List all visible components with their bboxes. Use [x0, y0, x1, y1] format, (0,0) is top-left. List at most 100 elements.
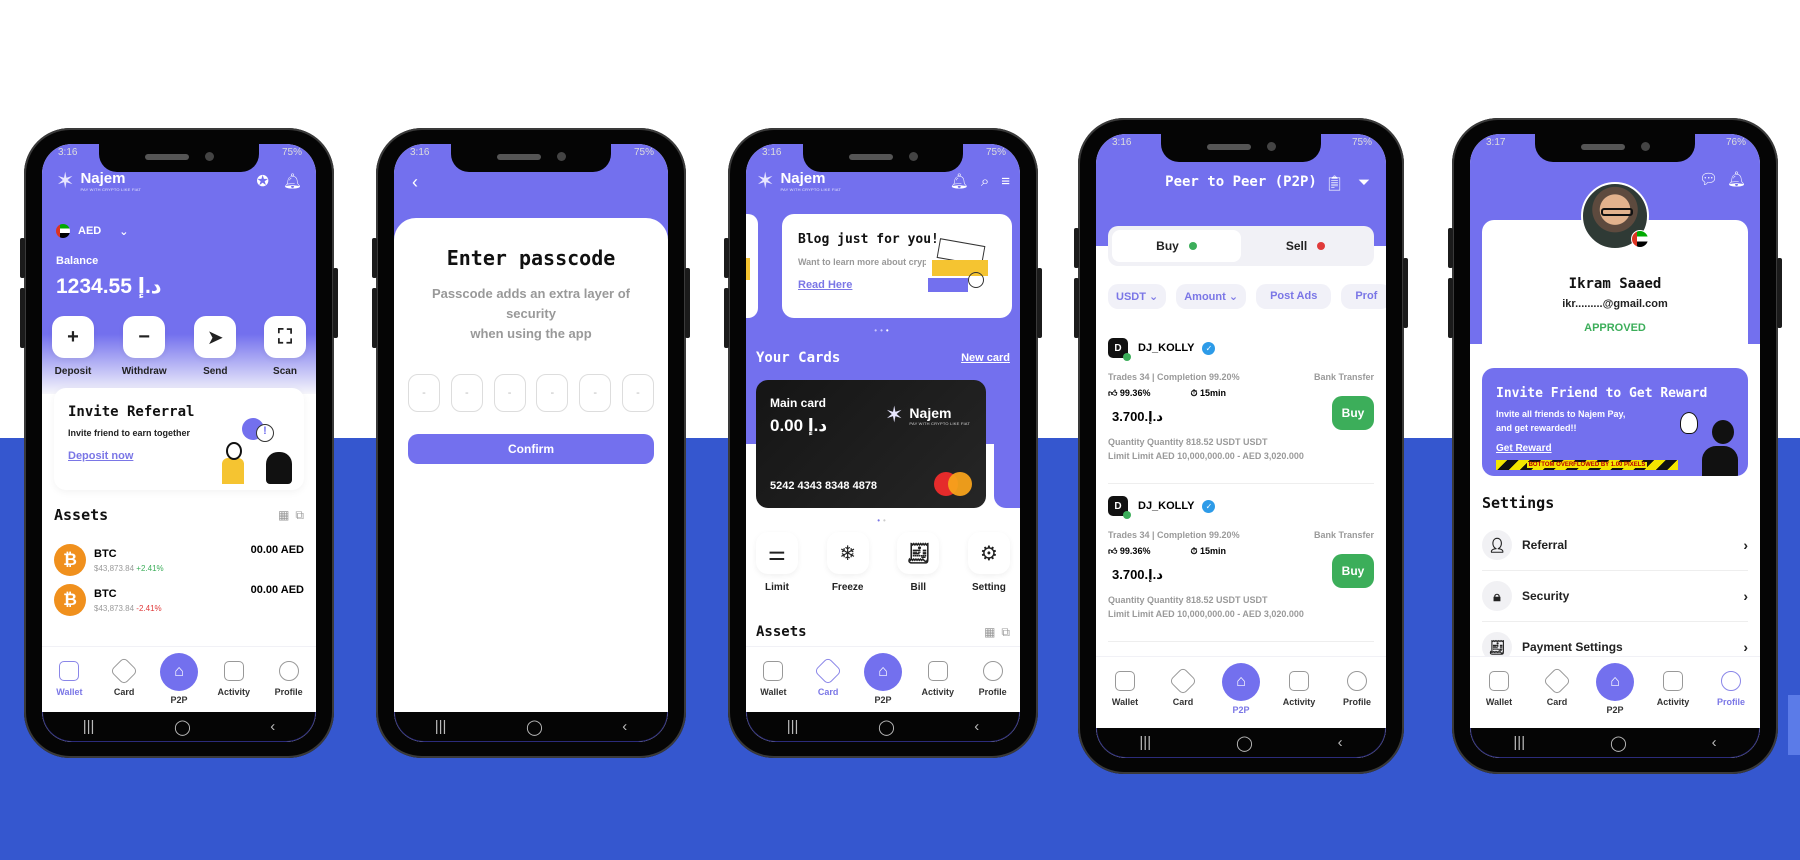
- badge-icon[interactable]: ✪: [256, 172, 269, 190]
- brand-tagline: PAY WITH CRYPTO LIKE FIAT: [80, 187, 142, 192]
- tab-profile[interactable]: Profile: [1706, 671, 1756, 707]
- back-button[interactable]: ‹: [1712, 734, 1717, 751]
- new-card-link[interactable]: New card: [961, 352, 1010, 364]
- tab-card[interactable]: Card: [803, 656, 853, 697]
- tab-card[interactable]: Card: [99, 656, 149, 697]
- amount-filter[interactable]: Amount ⌄: [1176, 284, 1247, 309]
- carousel-prev-peek[interactable]: [746, 214, 758, 318]
- menu-icon[interactable]: ≡: [1001, 173, 1010, 190]
- tab-wallet[interactable]: Wallet: [1474, 671, 1524, 707]
- blog-banner[interactable]: Blog just for you! Want to learn more ab…: [782, 214, 1012, 318]
- passcode-digit-input[interactable]: -: [493, 374, 526, 412]
- settings-item-security[interactable]: 🔒︎ Security ›: [1482, 571, 1748, 622]
- home-button[interactable]: ◯: [526, 718, 543, 736]
- copy-icon[interactable]: ⧉: [295, 508, 304, 523]
- status-time: 3:16: [1112, 137, 1132, 148]
- freeze-button[interactable]: ❄ Freeze: [826, 532, 869, 593]
- filter-icon[interactable]: ⏷: [1358, 174, 1370, 191]
- settings-item-referral[interactable]: 👤︎ Referral ›: [1482, 520, 1748, 571]
- limit-button[interactable]: ⚌ Limit: [756, 532, 798, 593]
- recents-button[interactable]: |||: [1139, 734, 1151, 751]
- bill-button[interactable]: 🧾︎ Bill: [897, 532, 940, 593]
- scan-button[interactable]: ⛶ Scan: [263, 316, 306, 377]
- tab-activity[interactable]: Activity: [209, 661, 259, 697]
- grid-view-icon[interactable]: ▦: [278, 508, 289, 522]
- usdt-filter[interactable]: USDT ⌄: [1108, 284, 1167, 309]
- passcode-subtitle: Passcode adds an extra layer of security: [432, 286, 630, 321]
- status-time: 3:16: [410, 147, 430, 158]
- tab-profile[interactable]: Profile: [264, 661, 314, 697]
- tab-wallet[interactable]: Wallet: [44, 661, 94, 697]
- profile-chip[interactable]: Prof: [1341, 284, 1386, 309]
- recents-button[interactable]: |||: [435, 718, 447, 735]
- passcode-digit-input[interactable]: -: [450, 374, 483, 412]
- setting-button[interactable]: ⚙ Setting: [967, 532, 1010, 593]
- bell-icon[interactable]: 🔔︎: [1727, 170, 1746, 188]
- invite-reward-banner[interactable]: Invite Friend to Get Reward Invite all f…: [1482, 368, 1748, 476]
- back-button[interactable]: ‹: [622, 718, 627, 735]
- tab-activity[interactable]: Activity: [1274, 671, 1324, 707]
- buy-tab[interactable]: Buy: [1112, 230, 1241, 262]
- tab-profile[interactable]: Profile: [1332, 671, 1382, 707]
- tab-label: Activity: [921, 687, 955, 697]
- system-navigation: ||| ◯ ‹: [746, 712, 1020, 742]
- asset-row[interactable]: ₿ BTC $43,873.84 -2.41% 00.00 AED: [54, 584, 304, 616]
- send-button[interactable]: ➤ Send: [194, 316, 237, 377]
- buy-button[interactable]: Buy: [1332, 554, 1374, 588]
- grid-view-icon[interactable]: ▦: [984, 625, 995, 639]
- tab-card[interactable]: Card: [1532, 666, 1582, 707]
- buy-button[interactable]: Buy: [1332, 396, 1374, 430]
- back-button[interactable]: ‹: [1338, 734, 1343, 751]
- sell-tab[interactable]: Sell: [1241, 230, 1370, 262]
- people-illustration: !: [212, 418, 292, 484]
- post-ads-chip[interactable]: Post Ads: [1256, 284, 1332, 309]
- wallet-icon: [1115, 671, 1135, 691]
- currency-selector[interactable]: AED ⌄: [56, 224, 128, 238]
- recents-button[interactable]: |||: [1513, 734, 1525, 751]
- profile-icon: [982, 661, 1003, 681]
- tab-p2p[interactable]: ⌂ P2P: [1590, 663, 1640, 715]
- home-button[interactable]: ◯: [1610, 734, 1627, 752]
- tab-p2p[interactable]: ⌂ P2P: [858, 653, 908, 705]
- search-icon[interactable]: ⌕: [981, 173, 989, 190]
- back-button[interactable]: ‹: [974, 718, 979, 735]
- copy-icon[interactable]: ⧉: [1001, 625, 1010, 640]
- invite-referral-card[interactable]: Invite Referral Invite friend to earn to…: [54, 388, 304, 490]
- main-card[interactable]: Main card 0.00 د.إ ✶ Najem PAY WITH CRYPTO…: [756, 380, 986, 508]
- clipboard-icon[interactable]: 📋︎: [1325, 174, 1344, 192]
- confirm-button[interactable]: Confirm: [408, 434, 654, 464]
- tab-p2p[interactable]: ⌂ P2P: [154, 653, 204, 705]
- phone-side-button: [372, 288, 377, 348]
- tab-profile[interactable]: Profile: [968, 661, 1018, 697]
- recents-button[interactable]: |||: [83, 718, 95, 735]
- trader-name[interactable]: DJ_KOLLY: [1138, 500, 1194, 512]
- tab-wallet[interactable]: Wallet: [1100, 671, 1150, 707]
- deposit-button[interactable]: + Deposit: [52, 316, 94, 377]
- tab-wallet[interactable]: Wallet: [748, 661, 798, 697]
- bell-icon[interactable]: 🔔︎: [950, 172, 969, 190]
- tab-activity[interactable]: Activity: [1648, 671, 1698, 707]
- next-card-peek[interactable]: [994, 380, 1020, 508]
- trader-name[interactable]: DJ_KOLLY: [1138, 342, 1194, 354]
- passcode-digit-input[interactable]: -: [621, 374, 654, 412]
- back-arrow-icon[interactable]: ‹: [412, 172, 418, 193]
- avatar[interactable]: [1581, 182, 1649, 250]
- back-button[interactable]: ‹: [270, 718, 275, 735]
- passcode-digit-input[interactable]: -: [579, 374, 612, 412]
- asset-amount: 00.00 AED: [250, 584, 304, 596]
- passcode-digit-input[interactable]: -: [408, 374, 440, 412]
- wallet-screen: 3:16 75% ✶ Najem PAY WITH CRYPTO LIKE FIAT …: [42, 144, 316, 742]
- home-button[interactable]: ◯: [878, 718, 895, 736]
- profile-name: Ikram Saaed: [1568, 276, 1662, 292]
- tab-activity[interactable]: Activity: [913, 661, 963, 697]
- tab-p2p[interactable]: ⌂ P2P: [1216, 663, 1266, 715]
- bell-icon[interactable]: 🔔︎: [283, 172, 302, 190]
- home-button[interactable]: ◯: [174, 718, 191, 736]
- home-button[interactable]: ◯: [1236, 734, 1253, 752]
- withdraw-button[interactable]: − Withdraw: [122, 316, 167, 377]
- asset-row[interactable]: ₿ BTC $43,873.84 +2.41% 00.00 AED: [54, 544, 304, 576]
- passcode-digit-input[interactable]: -: [536, 374, 569, 412]
- chat-icon[interactable]: 💬︎: [1699, 170, 1718, 188]
- tab-card[interactable]: Card: [1158, 666, 1208, 707]
- recents-button[interactable]: |||: [787, 718, 799, 735]
